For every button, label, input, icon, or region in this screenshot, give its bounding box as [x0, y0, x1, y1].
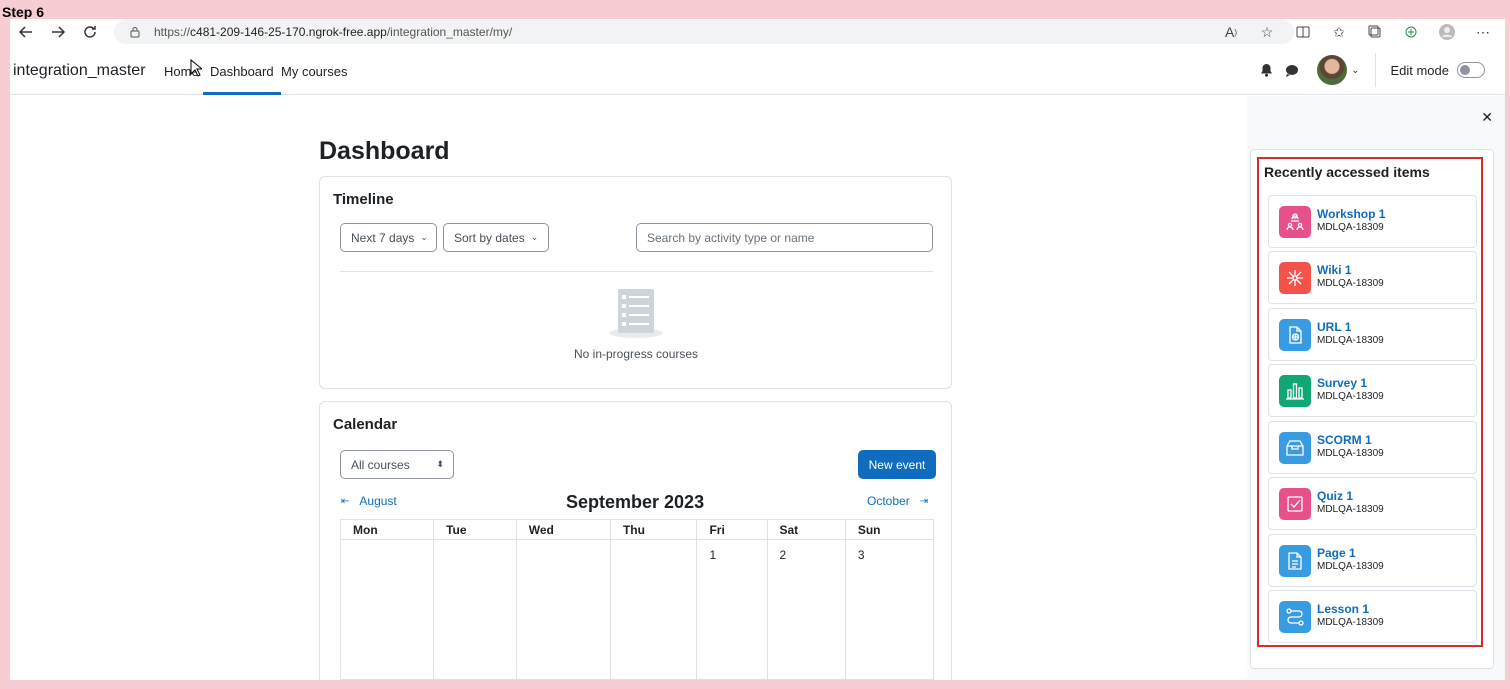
empty-timeline-text: No in-progress courses	[574, 347, 699, 361]
extensions-icon[interactable]	[1393, 20, 1429, 44]
address-bar[interactable]: https://c481-209-146-25-170.ngrok-free.a…	[114, 20, 1294, 44]
forward-icon[interactable]	[42, 20, 74, 44]
calendar-grid: Mon Tue Wed Thu Fri Sat Sun 1 2 3	[339, 519, 935, 680]
notifications-bell-icon[interactable]	[1253, 57, 1279, 83]
arrow-right-icon: ⇥	[919, 495, 929, 507]
timeline-title: Timeline	[333, 191, 394, 208]
weekday-header: Sun	[844, 519, 935, 540]
divider	[1375, 53, 1377, 87]
favorite-star-icon[interactable]: ☆	[1249, 20, 1285, 44]
mouse-cursor-icon	[190, 59, 202, 77]
calendar-day[interactable]: 3	[844, 539, 935, 680]
highlight-box	[1257, 157, 1483, 647]
back-icon[interactable]	[10, 20, 42, 44]
calendar-day	[433, 539, 517, 680]
new-event-button[interactable]: New event	[858, 450, 936, 479]
split-screen-icon[interactable]	[1285, 20, 1321, 44]
collections-icon[interactable]	[1357, 20, 1393, 44]
browser-window: https://c481-209-146-25-170.ngrok-free.a…	[10, 19, 1505, 680]
weekday-header: Thu	[609, 519, 698, 540]
site-navbar: integration_master Home Dashboard My cou…	[10, 45, 1505, 95]
calendar-day	[609, 539, 698, 680]
site-brand[interactable]: integration_master	[13, 62, 146, 80]
calendar-day[interactable]: 2	[766, 539, 846, 680]
lock-icon	[128, 25, 142, 39]
page-title: Dashboard	[319, 137, 450, 165]
timeline-range-select[interactable]: Next 7 days ⌄	[340, 223, 437, 252]
calendar-day	[339, 539, 435, 680]
navbar-user-area: ⌄ Edit mode	[1253, 45, 1505, 95]
weekday-header: Fri	[696, 519, 768, 540]
favorites-icon[interactable]: ✩	[1321, 20, 1357, 44]
nav-my-courses[interactable]: My courses	[281, 64, 347, 79]
divider	[340, 271, 933, 272]
weekday-header: Tue	[433, 519, 517, 540]
chevron-down-icon[interactable]: ⌄	[1351, 65, 1359, 76]
calendar-day	[515, 539, 611, 680]
user-avatar[interactable]	[1317, 55, 1348, 85]
prev-month-link[interactable]: ⇤ August	[341, 494, 397, 508]
calendar-month-title: September 2023	[566, 492, 705, 512]
browser-toolbar: https://c481-209-146-25-170.ngrok-free.a…	[10, 19, 1505, 45]
step-label: Step 6	[2, 4, 45, 20]
calendar-title: Calendar	[333, 416, 398, 433]
calendar-day[interactable]: 1	[696, 539, 768, 680]
edit-mode-toggle[interactable]	[1457, 62, 1485, 78]
refresh-icon[interactable]	[74, 20, 106, 44]
more-options-icon[interactable]: ⋯	[1465, 20, 1501, 44]
weekday-header: Wed	[515, 519, 611, 540]
profile-icon[interactable]	[1429, 20, 1465, 44]
calendar-course-select[interactable]: All courses ⬍	[340, 450, 454, 479]
messages-icon[interactable]	[1279, 57, 1305, 83]
edit-mode-label: Edit mode	[1390, 62, 1449, 78]
browser-actions: A) ☆ ✩ ⋯	[1213, 20, 1501, 44]
weekday-header: Sat	[766, 519, 846, 540]
sort-caret-icon: ⬍	[436, 459, 444, 469]
url-text: https://c481-209-146-25-170.ngrok-free.a…	[154, 25, 513, 39]
chevron-down-icon: ⌄	[420, 232, 428, 242]
next-month-link[interactable]: October ⇥	[867, 494, 928, 508]
close-icon[interactable]: ✕	[1481, 109, 1493, 126]
read-aloud-icon[interactable]: A)	[1213, 20, 1249, 44]
chevron-down-icon: ⌄	[530, 232, 539, 242]
calendar-block: Calendar All courses ⬍ New event ⇤ August …	[319, 401, 952, 680]
timeline-search-input[interactable]: Search by activity type or name	[636, 223, 933, 252]
empty-timeline-icon	[609, 289, 663, 338]
arrow-left-icon: ⇤	[341, 495, 350, 507]
timeline-sort-select[interactable]: Sort by dates ⌄	[443, 223, 549, 252]
nav-dashboard[interactable]: Dashboard	[203, 64, 281, 95]
timeline-block: Timeline Next 7 days ⌄ Sort by dates ⌄ Sea…	[319, 176, 952, 389]
weekday-header: Mon	[339, 519, 435, 540]
